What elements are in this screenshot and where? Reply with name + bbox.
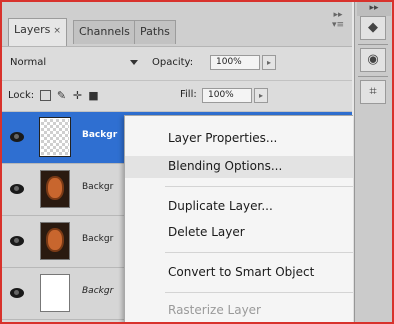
dock-divider <box>358 44 388 45</box>
panel-tab-bar: Layers × Channels Paths ▸▸ ▾≡ <box>2 2 352 47</box>
visibility-eye-icon[interactable] <box>10 288 24 298</box>
tab-channels-label: Channels <box>79 25 130 38</box>
tab-paths[interactable]: Paths <box>134 20 176 44</box>
blend-opacity-row: Normal Opacity: 100% ▸ <box>2 47 352 81</box>
layer-name: Backgr <box>82 286 114 296</box>
lock-transparent-pixels-icon[interactable] <box>40 90 51 101</box>
menu-item-rasterize-layer: Rasterize Layer <box>168 303 261 317</box>
layer-thumbnail <box>40 222 70 260</box>
layer-name: Backgr <box>82 234 114 244</box>
tab-paths-label: Paths <box>140 25 170 38</box>
dock-3d-icon[interactable]: ◉ <box>360 48 386 72</box>
lock-image-pixels-icon[interactable]: ✎ <box>56 90 67 101</box>
lock-all-icon[interactable]: ■ <box>88 90 99 101</box>
menu-item-duplicate-layer[interactable]: Duplicate Layer... <box>125 196 353 218</box>
visibility-eye-icon[interactable] <box>10 236 24 246</box>
opacity-input[interactable]: 100% <box>210 55 260 70</box>
side-panel-dock: ▸▸ ◆ ◉ ⌗ <box>354 2 392 322</box>
layer-name: Backgr <box>82 182 114 192</box>
layer-name: Backgr <box>82 130 118 140</box>
menu-item-convert-to-smart-object[interactable]: Convert to Smart Object <box>125 262 353 284</box>
menu-item-delete-layer[interactable]: Delete Layer <box>125 222 353 244</box>
fill-label: Fill: <box>180 89 197 100</box>
dock-panel-icon[interactable]: ◆ <box>360 16 386 40</box>
visibility-eye-icon[interactable] <box>10 132 24 142</box>
menu-separator <box>165 186 353 187</box>
layer-thumbnail <box>40 274 70 312</box>
dock-collapse-icon[interactable]: ▸▸ <box>357 2 391 16</box>
layer-thumbnail <box>40 170 70 208</box>
lock-label: Lock: <box>8 90 35 101</box>
screenshot-frame: Layers × Channels Paths ▸▸ ▾≡ Normal Opaci… <box>0 0 394 324</box>
layer-thumbnail <box>39 117 71 157</box>
blend-mode-value: Normal <box>10 57 47 68</box>
dock-brush-preset-icon[interactable]: ⌗ <box>360 80 386 104</box>
lock-position-icon[interactable]: ✛ <box>72 90 83 101</box>
panel-menu-icon[interactable]: ▸▸ ▾≡ <box>330 10 346 36</box>
lock-fill-row: Lock: ✎ ✛ ■ Fill: 100% ▸ <box>2 81 352 112</box>
menu-item-layer-properties[interactable]: Layer Properties... <box>125 128 353 150</box>
tab-close-icon[interactable]: × <box>53 26 61 36</box>
blend-mode-select[interactable]: Normal <box>8 55 138 73</box>
menu-separator <box>165 292 353 293</box>
visibility-eye-icon[interactable] <box>10 184 24 194</box>
menu-item-blending-options[interactable]: Blending Options... <box>125 156 353 178</box>
layer-context-menu: Layer Properties... Blending Options... … <box>124 115 353 322</box>
tab-layers[interactable]: Layers × <box>8 18 67 46</box>
chevron-down-icon <box>130 60 138 65</box>
tab-channels[interactable]: Channels <box>73 20 136 44</box>
tab-layers-label: Layers <box>14 23 51 36</box>
dock-divider <box>358 76 388 77</box>
opacity-slider-arrow-icon[interactable]: ▸ <box>262 55 276 70</box>
fill-slider-arrow-icon[interactable]: ▸ <box>254 88 268 103</box>
menu-separator <box>165 252 353 253</box>
opacity-label: Opacity: <box>152 57 194 68</box>
fill-input[interactable]: 100% <box>202 88 252 103</box>
